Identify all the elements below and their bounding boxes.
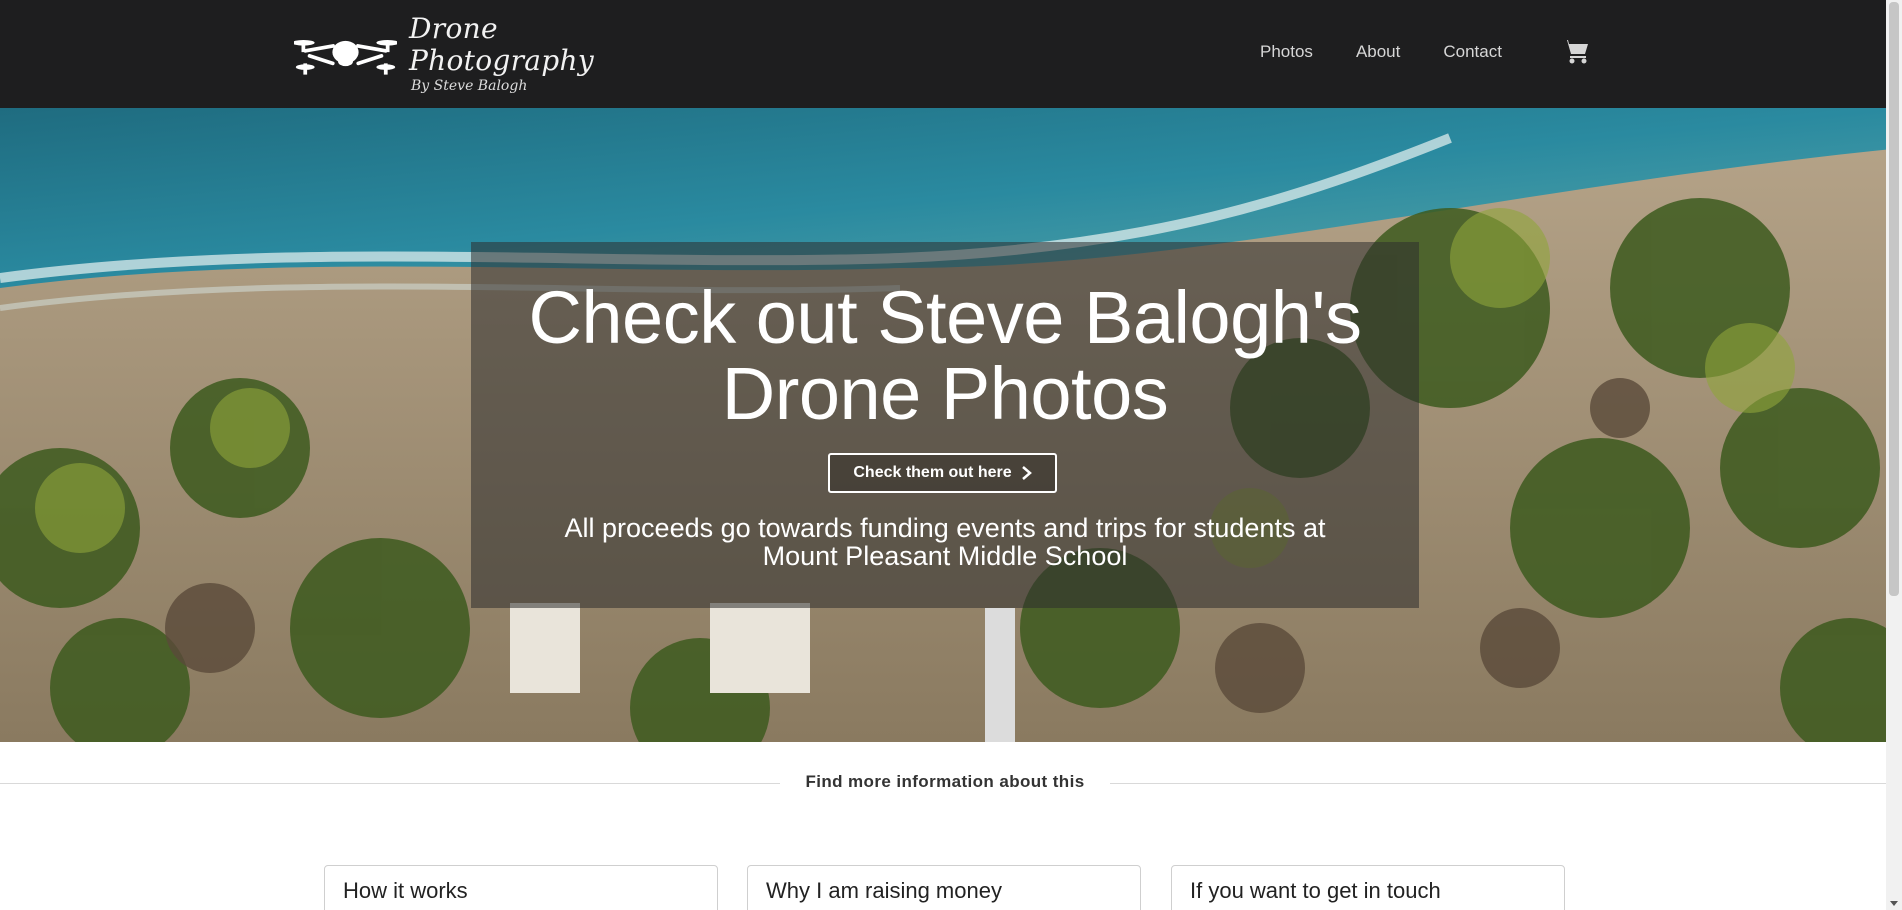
hero-section: Check out Steve Balogh's Drone Photos Ch… [0, 108, 1902, 742]
hero-title: Check out Steve Balogh's Drone Photos [471, 280, 1419, 432]
hero-title-line-2: Drone Photos [721, 352, 1169, 435]
chevron-right-icon [1021, 466, 1032, 480]
shopping-cart-icon[interactable] [1560, 36, 1590, 66]
card-title: Why I am raising money [766, 878, 1002, 903]
page: Drone Photography By Steve Balogh Photos… [0, 0, 1902, 910]
nav-contact[interactable]: Contact [1443, 42, 1502, 62]
scrollbar-thumb[interactable] [1889, 2, 1899, 596]
info-card-how-it-works: How it works [324, 865, 718, 910]
brand-title: Drone Photography [409, 12, 594, 77]
divider-label: Find more information about this [780, 772, 1110, 792]
info-card-get-in-touch: If you want to get in touch [1171, 865, 1565, 910]
info-card-why-raising-money: Why I am raising money [747, 865, 1141, 910]
check-them-out-button[interactable]: Check them out here [828, 453, 1057, 493]
cta-label: Check them out here [853, 464, 1012, 481]
scroll-down-arrow-icon[interactable] [1889, 898, 1899, 908]
nav-photos[interactable]: Photos [1260, 42, 1313, 62]
section-divider: Find more information about this [0, 768, 1902, 798]
card-title: How it works [343, 878, 468, 903]
site-header: Drone Photography By Steve Balogh Photos… [0, 0, 1902, 108]
hero-description-line-2: Mount Pleasant Middle School [762, 541, 1128, 571]
vertical-scrollbar[interactable] [1886, 0, 1902, 910]
card-title: If you want to get in touch [1190, 878, 1441, 903]
brand-subtitle: By Steve Balogh [411, 78, 528, 94]
hero-description: All proceeds go towards funding events a… [471, 514, 1419, 570]
drone-icon [294, 39, 398, 75]
brand-logo-link[interactable]: Drone Photography By Steve Balogh [294, 13, 674, 94]
nav-about[interactable]: About [1356, 42, 1400, 62]
main-nav: Photos About Contact [1260, 36, 1545, 68]
hero-description-line-1: All proceeds go towards funding events a… [564, 513, 1326, 543]
hero-title-line-1: Check out Steve Balogh's [528, 276, 1362, 359]
